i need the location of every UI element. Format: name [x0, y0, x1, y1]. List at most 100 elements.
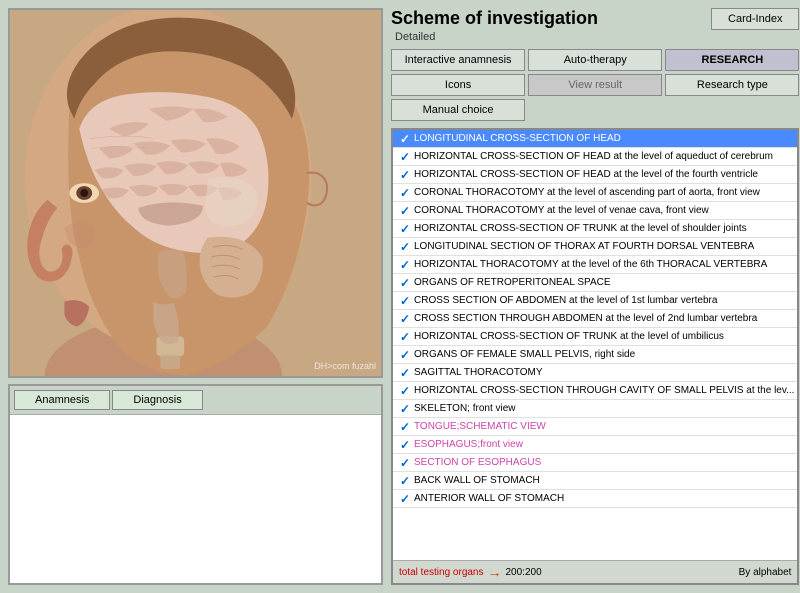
checkmark-icon: ✓: [400, 384, 410, 398]
organs-list-scroll[interactable]: ✓LONGITUDINAL CROSS-SECTION OF HEAD✓HORI…: [393, 130, 797, 560]
checkbox-col: ✓: [396, 456, 414, 470]
page-subtitle: Detailed: [395, 31, 435, 43]
list-item[interactable]: ✓ HORIZONTAL THORACOTOMY at the level of …: [393, 256, 797, 274]
checkbox-col: ✓: [396, 330, 414, 344]
item-text: ANTERIOR WALL OF STOMACH: [414, 492, 794, 505]
list-item[interactable]: ✓CROSS SECTION OF ABDOMEN at the level o…: [393, 292, 797, 310]
icons-button[interactable]: Icons: [391, 74, 525, 96]
item-text: SKELETON; front view: [414, 402, 794, 415]
checkbox-col: ✓: [396, 492, 414, 506]
item-text: HORIZONTAL CROSS-SECTION THROUGH CAVITY …: [414, 384, 794, 397]
auto-therapy-button[interactable]: Auto-therapy: [528, 49, 662, 71]
page-title: Scheme of investigation: [391, 8, 598, 29]
checkbox-col: ✓: [396, 204, 414, 218]
footer-label: total testing organs: [399, 567, 484, 578]
checkbox-col: ✓: [396, 294, 414, 308]
checkbox-col: ✓: [396, 312, 414, 326]
item-text: SAGITTAL THORACOTOMY: [414, 366, 794, 379]
item-text: HORIZONTAL CROSS-SECTION OF TRUNK at the…: [414, 222, 794, 235]
checkmark-icon: ✓: [400, 150, 410, 164]
list-item[interactable]: ✓TONGUE;SCHEMATIC VIEW: [393, 418, 797, 436]
checkmark-icon: ✓: [400, 438, 410, 452]
checkbox-col: ✓: [396, 474, 414, 488]
item-text: ESOPHAGUS;front view: [414, 438, 794, 451]
checkmark-icon: ✓: [400, 186, 410, 200]
list-item[interactable]: ✓ANTERIOR WALL OF STOMACH: [393, 490, 797, 508]
item-text: HORIZONTAL CROSS-SECTION OF TRUNK at the…: [414, 330, 794, 343]
list-item[interactable]: ✓ CORONAL THORACOTOMY at the level of asc…: [393, 184, 797, 202]
checkmark-icon: ✓: [400, 240, 410, 254]
left-panel: DH>com fuzahl Anamnesis Diagnosis: [8, 8, 383, 585]
checkmark-icon: ✓: [400, 348, 410, 362]
item-text: SECTION OF ESOPHAGUS: [414, 456, 794, 469]
list-item[interactable]: ✓ CROSS SECTION THROUGH ABDOMEN at the le…: [393, 310, 797, 328]
checkbox-col: ✓: [396, 402, 414, 416]
view-result-button[interactable]: View result: [528, 74, 662, 96]
list-item[interactable]: ✓SECTION OF ESOPHAGUS: [393, 454, 797, 472]
checkmark-icon: ✓: [400, 258, 410, 272]
footer-arrow-icon: →: [488, 564, 502, 580]
interactive-anamnesis-button[interactable]: Interactive anamnesis: [391, 49, 525, 71]
item-text: HORIZONTAL CROSS-SECTION OF HEAD at the …: [414, 150, 794, 163]
brain-image: DH>com fuzahl: [8, 8, 383, 378]
list-footer: total testing organs → 200:200 By alphab…: [393, 560, 797, 583]
research-type-button[interactable]: Research type: [665, 74, 799, 96]
checkmark-icon: ✓: [400, 294, 410, 308]
checkbox-col: ✓: [396, 438, 414, 452]
list-item[interactable]: ✓ORGANS OF RETROPERITONEAL SPACE: [393, 274, 797, 292]
main-container: DH>com fuzahl Anamnesis Diagnosis Scheme…: [0, 0, 800, 593]
checkbox-col: ✓: [396, 240, 414, 254]
checkbox-col: ✓: [396, 132, 414, 146]
checkmark-icon: ✓: [400, 402, 410, 416]
list-item[interactable]: ✓ SAGITTAL THORACOTOMY: [393, 364, 797, 382]
item-text: CORONAL THORACOTOMY at the level of vena…: [414, 204, 794, 217]
item-text: BACK WALL OF STOMACH: [414, 474, 794, 487]
bottom-left-panel: Anamnesis Diagnosis: [8, 384, 383, 585]
checkbox-col: ✓: [396, 258, 414, 272]
checkbox-col: ✓: [396, 186, 414, 200]
list-item[interactable]: ✓ BACK WALL OF STOMACH: [393, 472, 797, 490]
research-button[interactable]: RESEARCH: [665, 49, 799, 71]
manual-choice-button[interactable]: Manual choice: [391, 99, 525, 121]
list-item[interactable]: ✓ HORIZONTAL CROSS-SECTION THROUGH CAVITY…: [393, 382, 797, 400]
anamnesis-tab[interactable]: Anamnesis: [14, 390, 110, 410]
organs-list-container: ✓LONGITUDINAL CROSS-SECTION OF HEAD✓HORI…: [391, 128, 799, 585]
checkmark-icon: ✓: [400, 168, 410, 182]
list-item[interactable]: ✓LONGITUDINAL CROSS-SECTION OF HEAD: [393, 130, 797, 148]
button-grid: Interactive anamnesis Auto-therapy RESEA…: [391, 49, 799, 121]
checkmark-icon: ✓: [400, 222, 410, 236]
checkbox-col: ✓: [396, 276, 414, 290]
list-item[interactable]: ✓ HORIZONTAL CROSS-SECTION OF TRUNK at th…: [393, 220, 797, 238]
item-text: HORIZONTAL THORACOTOMY at the level of t…: [414, 258, 794, 271]
diagnosis-tab[interactable]: Diagnosis: [112, 390, 202, 410]
footer-left: total testing organs → 200:200: [399, 564, 542, 580]
list-item[interactable]: ✓ ORGANS OF FEMALE SMALL PELVIS, right si…: [393, 346, 797, 364]
list-item[interactable]: ✓ HORIZONTAL CROSS-SECTION OF HEAD at the…: [393, 166, 797, 184]
checkbox-col: ✓: [396, 168, 414, 182]
checkmark-icon: ✓: [400, 474, 410, 488]
list-item[interactable]: ✓HORIZONTAL CROSS-SECTION OF TRUNK at th…: [393, 328, 797, 346]
checkbox-col: ✓: [396, 420, 414, 434]
item-text: ORGANS OF FEMALE SMALL PELVIS, right sid…: [414, 348, 794, 361]
list-item[interactable]: ✓ SKELETON; front view: [393, 400, 797, 418]
checkmark-icon: ✓: [400, 420, 410, 434]
item-text: LONGITUDINAL CROSS-SECTION OF HEAD: [414, 132, 794, 145]
item-text: CROSS SECTION THROUGH ABDOMEN at the lev…: [414, 312, 794, 325]
list-item[interactable]: ✓LONGITUDINAL SECTION OF THORAX AT FOURT…: [393, 238, 797, 256]
list-item[interactable]: ✓CORONAL THORACOTOMY at the level of ven…: [393, 202, 797, 220]
checkmark-icon: ✓: [400, 366, 410, 380]
right-panel: Scheme of investigation Detailed Card-In…: [391, 8, 799, 585]
checkbox-col: ✓: [396, 222, 414, 236]
checkbox-col: ✓: [396, 348, 414, 362]
item-text: HORIZONTAL CROSS-SECTION OF HEAD at the …: [414, 168, 794, 181]
item-text: CORONAL THORACOTOMY at the level of asce…: [414, 186, 794, 199]
card-index-button[interactable]: Card-Index: [711, 8, 799, 30]
list-item[interactable]: ✓ ESOPHAGUS;front view: [393, 436, 797, 454]
checkmark-icon: ✓: [400, 312, 410, 326]
checkbox-col: ✓: [396, 384, 414, 398]
list-item[interactable]: ✓ HORIZONTAL CROSS-SECTION OF HEAD at the…: [393, 148, 797, 166]
checkbox-col: ✓: [396, 150, 414, 164]
checkbox-col: ✓: [396, 366, 414, 380]
title-section: Scheme of investigation Detailed: [391, 8, 598, 43]
footer-sort[interactable]: By alphabet: [739, 567, 792, 578]
